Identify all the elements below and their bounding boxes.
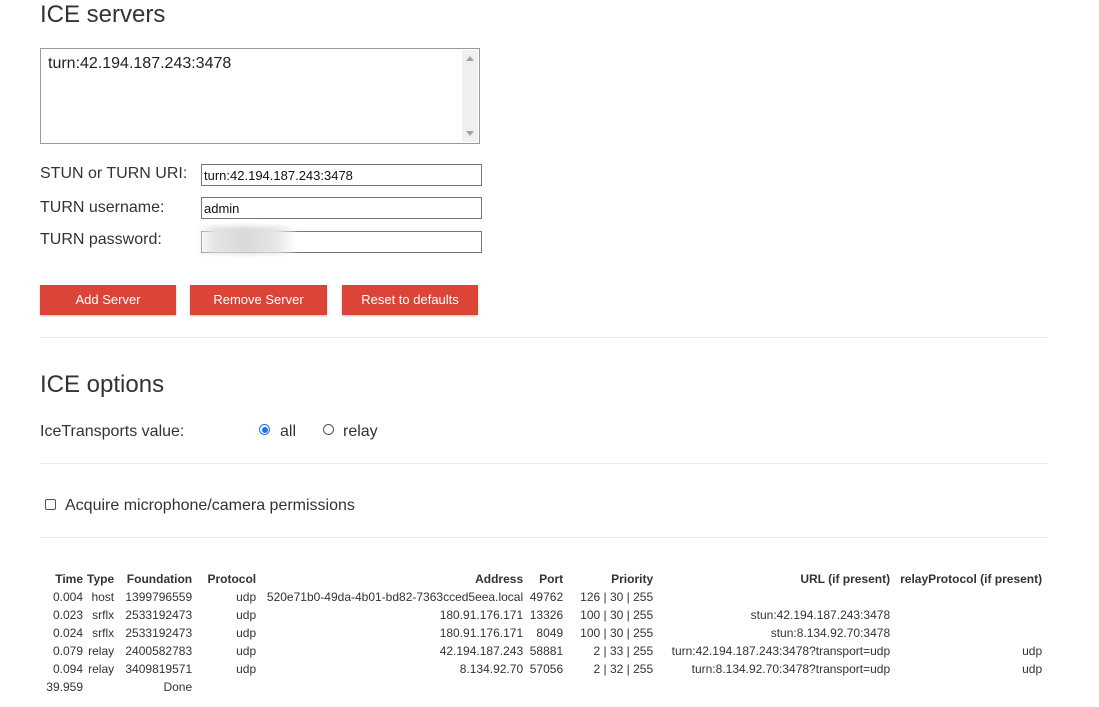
cell-type: relay (88, 644, 115, 658)
cell-foundation: 1399796559 (125, 590, 193, 604)
cell-port: 13326 (529, 608, 564, 622)
table-header-row: Time Type Foundation Protocol Address Po… (40, 570, 1044, 588)
cell-type: host (91, 590, 115, 604)
cell-protocol: udp (236, 590, 257, 604)
cell-protocol: udp (236, 608, 257, 622)
radio-relay[interactable] (323, 424, 334, 435)
col-address: Address (475, 572, 524, 586)
col-priority: Priority (611, 572, 654, 586)
server-list-item[interactable]: turn:42.194.187.243:3478 (48, 55, 231, 73)
cell-priority: 2 | 32 | 255 (593, 662, 654, 676)
col-protocol: Protocol (207, 572, 257, 586)
cell-foundation: 3409819571 (125, 662, 193, 676)
cell-time: 0.024 (52, 626, 83, 640)
cell-address: 42.194.187.243 (439, 644, 524, 658)
cell-url (655, 588, 892, 606)
redaction-blur (196, 226, 296, 254)
radio-all-label[interactable]: all (280, 423, 296, 441)
cell-protocol: udp (236, 662, 257, 676)
scroll-down-icon[interactable] (466, 131, 474, 136)
ice-transports-label: IceTransports value: (40, 423, 185, 440)
cell-time: 0.004 (52, 590, 83, 604)
cell-foundation: 2533192473 (125, 608, 193, 622)
cell-priority: 126 | 30 | 255 (580, 590, 654, 604)
col-relay-protocol: relayProtocol (if present) (900, 572, 1043, 586)
cell-type: srflx (92, 608, 115, 622)
cell-url: stun:8.134.92.70:3478 (770, 626, 891, 640)
uri-input[interactable] (201, 164, 482, 186)
radio-relay-label[interactable]: relay (343, 423, 378, 441)
cell-relay-protocol (892, 588, 1044, 606)
permissions-label[interactable]: Acquire microphone/camera permissions (65, 497, 355, 515)
cell-priority: 100 | 30 | 255 (580, 608, 654, 622)
divider (40, 337, 1048, 338)
cell-address: 520e71b0-49da-4b01-bd82-7363cced5eea.loc… (266, 590, 524, 604)
cell-time: 0.079 (52, 644, 83, 658)
username-label: TURN username: (40, 199, 165, 216)
cell-port: 58881 (529, 644, 564, 658)
cell-port: 57056 (529, 662, 564, 676)
uri-label: STUN or TURN URI: (40, 165, 188, 182)
table-row: 0.079 relay 2400582783 udp 42.194.187.24… (40, 642, 1044, 660)
ice-servers-heading: ICE servers (40, 1, 166, 28)
col-url: URL (if present) (800, 572, 891, 586)
done-time: 39.959 (46, 680, 83, 694)
col-time: Time (55, 572, 83, 586)
cell-address: 180.91.176.171 (439, 626, 524, 640)
cell-url: turn:42.194.187.243:3478?transport=udp (671, 644, 891, 658)
listbox-scrollbar[interactable] (462, 50, 478, 142)
table-row: 0.024 srflx 2533192473 udp 180.91.176.17… (40, 624, 1044, 642)
radio-all[interactable] (259, 424, 270, 435)
cell-port: 8049 (536, 626, 564, 640)
cell-address: 180.91.176.171 (439, 608, 524, 622)
table-row: 0.004 host 1399796559 udp 520e71b0-49da-… (40, 588, 1044, 606)
username-input[interactable] (201, 197, 482, 219)
table-footer-row: 39.959 Done (40, 678, 1044, 696)
scroll-up-icon[interactable] (466, 56, 474, 61)
cell-protocol: udp (236, 644, 257, 658)
password-label: TURN password: (40, 231, 162, 248)
remove-server-button[interactable]: Remove Server (190, 285, 327, 315)
col-type: Type (87, 572, 115, 586)
divider (40, 537, 1048, 538)
col-port: Port (539, 572, 564, 586)
cell-port: 49762 (529, 590, 564, 604)
cell-type: relay (88, 662, 115, 676)
cell-url: turn:8.134.92.70:3478?transport=udp (691, 662, 891, 676)
cell-foundation: 2533192473 (125, 626, 193, 640)
ice-options-heading: ICE options (40, 371, 165, 398)
cell-priority: 2 | 33 | 255 (593, 644, 654, 658)
table-row: 0.023 srflx 2533192473 udp 180.91.176.17… (40, 606, 1044, 624)
candidates-table: Time Type Foundation Protocol Address Po… (40, 570, 1044, 696)
cell-relay-protocol (892, 624, 1044, 642)
cell-relay-protocol (892, 606, 1044, 624)
col-foundation: Foundation (126, 572, 193, 586)
table-row: 0.094 relay 3409819571 udp 8.134.92.70 5… (40, 660, 1044, 678)
reset-defaults-button[interactable]: Reset to defaults (342, 285, 478, 315)
servers-listbox[interactable]: turn:42.194.187.243:3478 (40, 48, 480, 144)
cell-priority: 100 | 30 | 255 (580, 626, 654, 640)
cell-foundation: 2400582783 (125, 644, 193, 658)
cell-type: srflx (92, 626, 115, 640)
cell-time: 0.023 (52, 608, 83, 622)
add-server-button[interactable]: Add Server (40, 285, 176, 315)
cell-relay-protocol: udp (1022, 662, 1043, 676)
cell-address: 8.134.92.70 (459, 662, 524, 676)
cell-relay-protocol: udp (1022, 644, 1043, 658)
permissions-checkbox[interactable] (45, 499, 56, 510)
done-label: Done (163, 680, 193, 694)
cell-url: stun:42.194.187.243:3478 (750, 608, 891, 622)
divider (40, 463, 1048, 464)
cell-time: 0.094 (52, 662, 83, 676)
cell-protocol: udp (236, 626, 257, 640)
